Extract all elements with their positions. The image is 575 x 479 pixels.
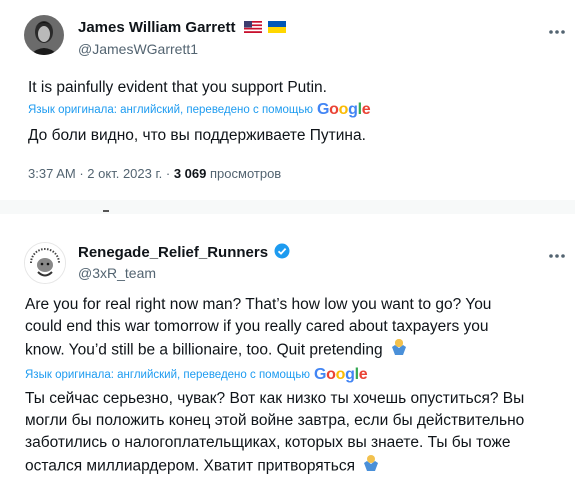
tweet-text: Are you for real right now man? That’s h… <box>25 294 570 363</box>
translated-text: Ты сейчас серьезно, чувак? Вот как низко… <box>25 388 570 479</box>
handle[interactable]: @JamesWGarrett1 <box>78 41 198 57</box>
more-options-icon[interactable] <box>548 22 566 40</box>
tweet-time[interactable]: 3:37 AM <box>28 166 76 181</box>
us-flag-icon <box>243 20 262 37</box>
divider <box>0 200 575 214</box>
translation-note[interactable]: Язык оригинала: английский, переведено с… <box>28 101 371 119</box>
google-logo: Google <box>316 101 371 118</box>
handle[interactable]: @3xR_team <box>78 265 156 281</box>
tweet-text: It is painfully evident that you support… <box>28 79 327 96</box>
tweet-meta: 3:37 AM · 2 окт. 2023 г. · 3 069 просмот… <box>28 166 282 181</box>
display-name[interactable]: James William Garrett <box>78 19 286 37</box>
person-shrugging-emoji <box>363 454 379 479</box>
views-label: просмотров <box>210 166 282 181</box>
divider-mark <box>103 210 109 212</box>
tweet-card-renegade: Renegade_Relief_Runners @3xR_team Are yo… <box>0 222 575 475</box>
tweet-date[interactable]: 2 окт. 2023 г. <box>87 166 162 181</box>
translation-note[interactable]: Язык оригинала: английский, переведено с… <box>25 366 368 384</box>
avatar[interactable] <box>24 242 66 284</box>
google-logo: Google <box>313 366 368 383</box>
tweet-card-garrett: James William Garrett @JamesWGarrett1 It… <box>0 0 575 200</box>
more-options-icon[interactable] <box>548 246 566 264</box>
views-count: 3 069 <box>173 166 207 181</box>
person-shrugging-emoji <box>391 338 407 363</box>
avatar[interactable] <box>24 15 64 55</box>
display-name[interactable]: Renegade_Relief_Runners <box>78 243 290 263</box>
verified-badge-icon <box>274 243 290 263</box>
ukraine-flag-icon <box>267 20 286 37</box>
translated-text: До боли видно, что вы поддерживаете Пути… <box>28 127 366 144</box>
